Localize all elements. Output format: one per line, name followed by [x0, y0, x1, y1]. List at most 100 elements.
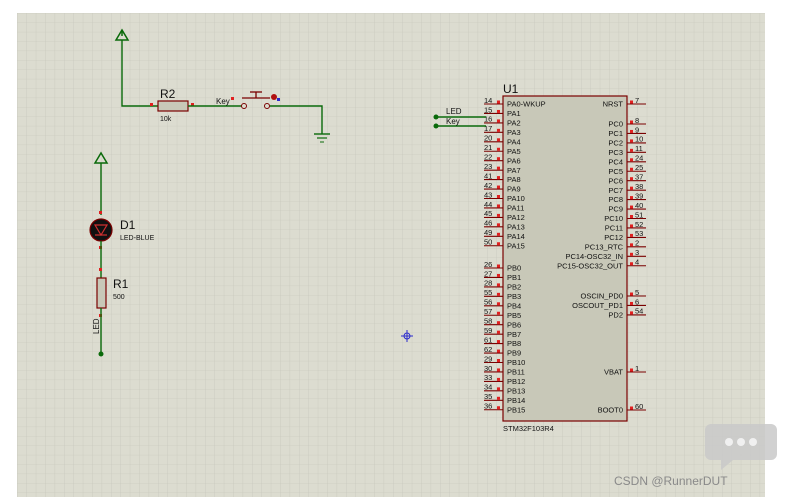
pin-number: 58 [484, 317, 492, 326]
pin-number: 35 [484, 392, 492, 401]
pin-number: 3 [635, 248, 639, 257]
pin-number: 2 [635, 239, 639, 248]
pin-number: 7 [635, 96, 639, 105]
r1-ref: R1 [113, 277, 129, 291]
pin-number: 62 [484, 345, 492, 354]
pin-name: PB10 [507, 358, 525, 367]
pin-number: 49 [484, 228, 492, 237]
pin-name: PC5 [608, 167, 623, 176]
pin-name: PC8 [608, 195, 623, 204]
pin-name: OSCIN_PD0 [580, 292, 623, 301]
pin-number: 22 [484, 153, 492, 162]
pin-name: PB6 [507, 320, 521, 329]
pin-name: PC15-OSC32_OUT [557, 261, 623, 270]
pin-number: 1 [635, 364, 639, 373]
pin-name: PB11 [507, 368, 525, 377]
pin-name: PC1 [608, 129, 623, 138]
pin-number: 59 [484, 326, 492, 335]
pin-name: PA10 [507, 194, 525, 203]
u1-ref: U1 [503, 82, 519, 96]
pin-number: 57 [484, 307, 492, 316]
pin-name: PC3 [608, 148, 623, 157]
d1-value: LED-BLUE [120, 235, 155, 242]
pin-name: PA15 [507, 241, 525, 250]
pin-name: PA0-WKUP [507, 100, 546, 109]
pin-name: PA12 [507, 213, 525, 222]
r2-value: 10k [160, 116, 172, 123]
pin-name: PC2 [608, 139, 623, 148]
pin-number: 29 [484, 354, 492, 363]
pin-number: 61 [484, 335, 492, 344]
pin-number: 54 [635, 307, 643, 316]
pin-name: PC10 [604, 214, 623, 223]
pin-name: PD2 [608, 311, 623, 320]
pin-name: PA8 [507, 175, 521, 184]
schematic-canvas[interactable]: R2 10k Key D1 LED-BLUE R1 500 LED U1 STM… [0, 0, 785, 501]
watermark-text: CSDN @RunnerDUT [614, 474, 728, 488]
pin-number: 15 [484, 105, 492, 114]
pin-number: 5 [635, 288, 639, 297]
pin-name: PB7 [507, 330, 521, 339]
pin-name: PC6 [608, 176, 623, 185]
pin-number: 26 [484, 260, 492, 269]
pin-number: 10 [635, 135, 643, 144]
pin-name: PA2 [507, 119, 521, 128]
pin-name: PA9 [507, 185, 521, 194]
schematic-grid [17, 13, 765, 497]
pin-number: 25 [635, 163, 643, 172]
pin-name: PB0 [507, 264, 521, 273]
pin-number: 27 [484, 269, 492, 278]
junction-led-net[interactable] [98, 351, 104, 357]
pin-name: PB5 [507, 311, 521, 320]
pin-number: 50 [484, 238, 492, 247]
pin-name: PB9 [507, 349, 521, 358]
pin-number: 52 [635, 220, 643, 229]
pin-name: PA6 [507, 156, 521, 165]
pin-number: 34 [484, 383, 492, 392]
pin-number: 38 [635, 182, 643, 191]
pin-number: 42 [484, 181, 492, 190]
pin-number: 46 [484, 219, 492, 228]
pin-name: PB14 [507, 396, 525, 405]
pin-number: 14 [484, 96, 492, 105]
pin-number: 11 [635, 144, 643, 153]
u1-part-number: STM32F103R4 [503, 424, 554, 433]
pin-number: 28 [484, 279, 492, 288]
pin-name: PB1 [507, 273, 521, 282]
pin-name: VBAT [604, 368, 623, 377]
pin-name: PC14-OSC32_IN [565, 252, 623, 261]
pin-number: 8 [635, 116, 639, 125]
pin-number: 9 [635, 125, 639, 134]
pin-name: PA5 [507, 147, 521, 156]
pin-number: 60 [635, 402, 643, 411]
pin-name: PB2 [507, 283, 521, 292]
chat-bubble-icon [705, 424, 777, 470]
pin-name: PA4 [507, 137, 521, 146]
pin-number: 44 [484, 200, 492, 209]
pin-number: 4 [635, 258, 639, 267]
pin-name: PB8 [507, 339, 521, 348]
pin-number: 41 [484, 171, 492, 180]
d1-ref: D1 [120, 218, 136, 232]
pin-number: 24 [635, 154, 643, 163]
pin-number: 43 [484, 190, 492, 199]
pin-name: PA1 [507, 109, 521, 118]
net-label-key-mcu: Key [446, 117, 460, 126]
pin-name: PB3 [507, 292, 521, 301]
pin-name: PC13_RTC [585, 242, 624, 251]
pin-number: 16 [484, 115, 492, 124]
pin-name: NRST [603, 100, 624, 109]
net-label-key-r2: Key [216, 97, 230, 106]
pin-name: PB12 [507, 377, 525, 386]
net-label-led-mcu: LED [446, 107, 462, 116]
pin-name: PA3 [507, 128, 521, 137]
pin-number: 30 [484, 364, 492, 373]
pin-number: 39 [635, 191, 643, 200]
pin-number: 40 [635, 201, 643, 210]
pin-number: 37 [635, 173, 643, 182]
pin-name: PA11 [507, 204, 524, 213]
pin-name: PA14 [507, 232, 525, 241]
r2-ref: R2 [160, 87, 176, 101]
pin-number: 33 [484, 373, 492, 382]
pin-name: PC0 [608, 120, 623, 129]
